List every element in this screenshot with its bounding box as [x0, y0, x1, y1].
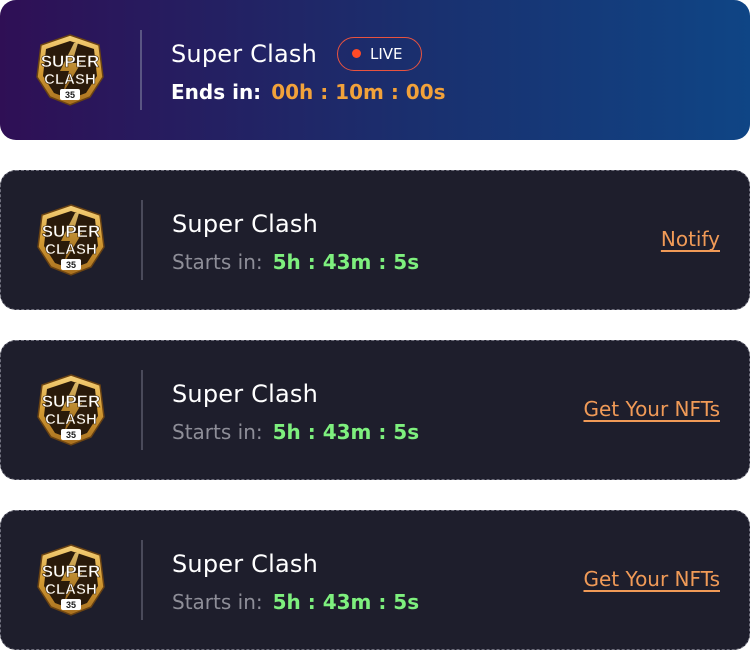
contest-card-upcoming[interactable]: SUPER CLASH 35 Super Clash Starts in: 5h… [0, 340, 750, 480]
countdown-timer: 5h : 43m : 5s [272, 419, 420, 444]
get-nfts-link[interactable]: Get Your NFTs [584, 567, 721, 591]
live-dot-icon [352, 49, 361, 58]
logo-number: 35 [66, 430, 76, 440]
logo-text-top: SUPER [42, 562, 101, 581]
logo-text-bottom: CLASH [45, 581, 97, 598]
live-badge: LIVE [337, 36, 422, 71]
time-label: Ends in: [171, 79, 262, 104]
logo-number: 35 [66, 260, 76, 270]
time-label: Starts in: [172, 589, 263, 614]
live-badge-label: LIVE [370, 44, 403, 63]
contest-title: Super Clash [171, 39, 317, 68]
logo-container: SUPER CLASH 35 [1, 341, 141, 479]
logo-container: SUPER CLASH 35 [1, 171, 141, 309]
contest-card-live[interactable]: SUPER CLASH 35 Super Clash LIVE Ends in:… [0, 0, 750, 140]
time-row: Starts in: 5h : 43m : 5s [172, 587, 749, 617]
logo-number: 35 [65, 90, 75, 100]
card-divider [140, 30, 142, 110]
logo-text-bottom: CLASH [45, 411, 97, 428]
super-clash-logo-icon: SUPER CLASH 35 [37, 204, 105, 276]
card-divider [141, 200, 143, 280]
time-label: Starts in: [172, 249, 263, 274]
card-info: Super Clash LIVE Ends in: 00h : 10m : 00… [171, 34, 750, 107]
logo-text-top: SUPER [42, 222, 101, 241]
logo-text-bottom: CLASH [44, 71, 96, 88]
logo-container: SUPER CLASH 35 [0, 0, 140, 140]
logo-text-top: SUPER [41, 52, 100, 71]
contest-list: SUPER CLASH 35 Super Clash LIVE Ends in:… [0, 0, 750, 650]
contest-title: Super Clash [172, 209, 318, 238]
contest-card-upcoming[interactable]: SUPER CLASH 35 Super Clash Starts in: 5h… [0, 170, 750, 310]
countdown-timer: 5h : 43m : 5s [272, 589, 420, 614]
logo-container: SUPER CLASH 35 [1, 511, 141, 649]
time-row: Starts in: 5h : 43m : 5s [172, 247, 749, 277]
notify-link[interactable]: Notify [661, 227, 720, 251]
contest-card-upcoming[interactable]: SUPER CLASH 35 Super Clash Starts in: 5h… [0, 510, 750, 650]
logo-text-top: SUPER [42, 392, 101, 411]
card-divider [141, 540, 143, 620]
countdown-timer: 5h : 43m : 5s [272, 249, 420, 274]
contest-title: Super Clash [172, 379, 318, 408]
card-divider [141, 370, 143, 450]
super-clash-logo-icon: SUPER CLASH 35 [37, 374, 105, 446]
logo-number: 35 [66, 600, 76, 610]
logo-text-bottom: CLASH [45, 241, 97, 258]
title-row: Super Clash LIVE [171, 34, 750, 74]
time-row: Starts in: 5h : 43m : 5s [172, 417, 749, 447]
super-clash-logo-icon: SUPER CLASH 35 [36, 34, 104, 106]
contest-title: Super Clash [172, 549, 318, 578]
time-row: Ends in: 00h : 10m : 00s [171, 77, 750, 107]
get-nfts-link[interactable]: Get Your NFTs [584, 397, 721, 421]
countdown-timer: 00h : 10m : 00s [271, 79, 446, 104]
super-clash-logo-icon: SUPER CLASH 35 [37, 544, 105, 616]
time-label: Starts in: [172, 419, 263, 444]
